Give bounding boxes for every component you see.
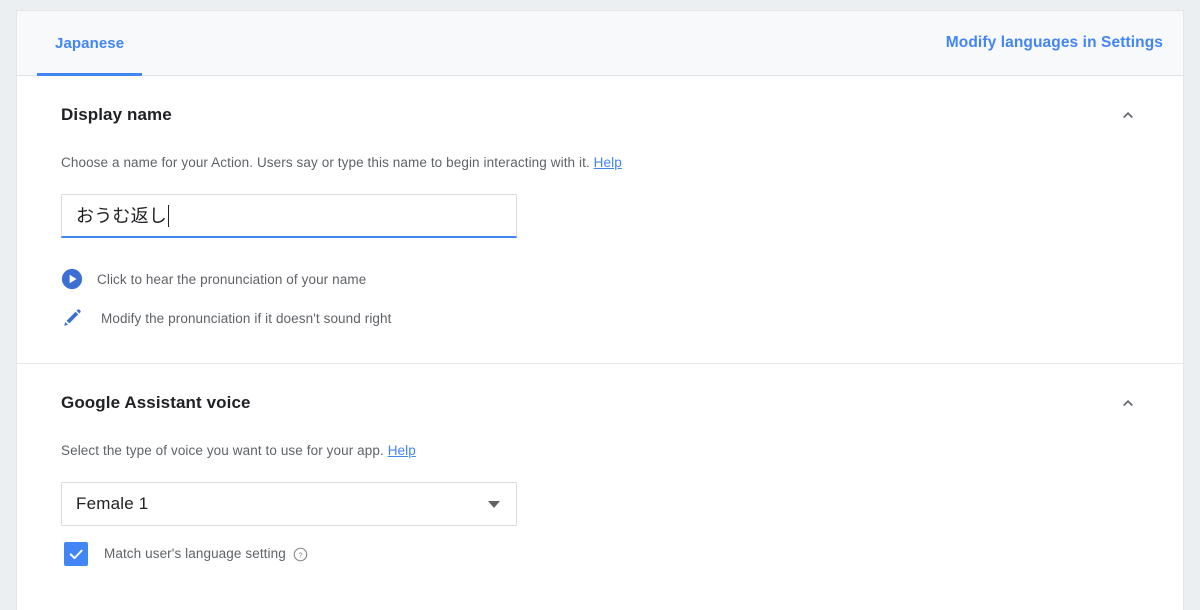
match-language-checkbox[interactable] (64, 542, 88, 566)
tabbar: Japanese Modify languages in Settings (17, 11, 1183, 76)
tab-label: Japanese (55, 34, 125, 52)
chevron-up-icon (1123, 111, 1133, 119)
play-pronunciation-label: Click to hear the pronunciation of your … (97, 271, 367, 287)
voice-select-value: Female 1 (76, 494, 149, 513)
collapse-toggle-display-name[interactable] (1115, 102, 1141, 128)
help-link-voice[interactable]: Help (388, 443, 416, 458)
text-caret (168, 204, 169, 227)
section-google-assistant-voice: Google Assistant voice Select the type o… (17, 363, 1183, 600)
pencil-icon[interactable] (61, 307, 95, 329)
voice-description-text: Select the type of voice you want to use… (61, 443, 384, 458)
language-settings-card: Japanese Modify languages in Settings Di… (16, 10, 1184, 610)
collapse-toggle-voice[interactable] (1115, 390, 1141, 416)
modify-languages-link[interactable]: Modify languages in Settings (946, 34, 1165, 52)
modify-pronunciation-row[interactable]: Modify the pronunciation if it doesn't s… (61, 307, 1139, 329)
chevron-up-icon (1123, 399, 1133, 407)
modify-pronunciation-label: Modify the pronunciation if it doesn't s… (101, 310, 392, 326)
match-language-label-text: Match user's language setting (104, 546, 286, 561)
help-link-display-name[interactable]: Help (594, 155, 622, 170)
section-header-display-name: Display name (61, 104, 1139, 128)
chevron-down-icon (488, 500, 500, 508)
voice-description: Select the type of voice you want to use… (61, 442, 1139, 460)
tab-japanese[interactable]: Japanese (37, 11, 143, 76)
display-name-input-value: おうむ返し (76, 205, 167, 226)
display-name-description-text: Choose a name for your Action. Users say… (61, 155, 590, 170)
display-name-description: Choose a name for your Action. Users say… (61, 154, 1139, 172)
svg-text:?: ? (298, 550, 302, 559)
match-language-row: Match user's language setting? (61, 542, 1139, 566)
check-icon (69, 549, 83, 560)
play-pronunciation-row[interactable]: Click to hear the pronunciation of your … (61, 268, 1139, 290)
question-circle-icon[interactable]: ? (293, 547, 308, 562)
section-display-name: Display name Choose a name for your Acti… (17, 76, 1183, 363)
display-name-input[interactable]: おうむ返し (61, 194, 517, 238)
page-title-voice: Google Assistant voice (61, 393, 251, 412)
page-title-display-name: Display name (61, 105, 172, 124)
match-language-label: Match user's language setting? (104, 546, 308, 562)
section-header-voice: Google Assistant voice (61, 392, 1139, 416)
play-circle-icon[interactable] (61, 268, 95, 290)
voice-select[interactable]: Female 1 (61, 482, 517, 526)
